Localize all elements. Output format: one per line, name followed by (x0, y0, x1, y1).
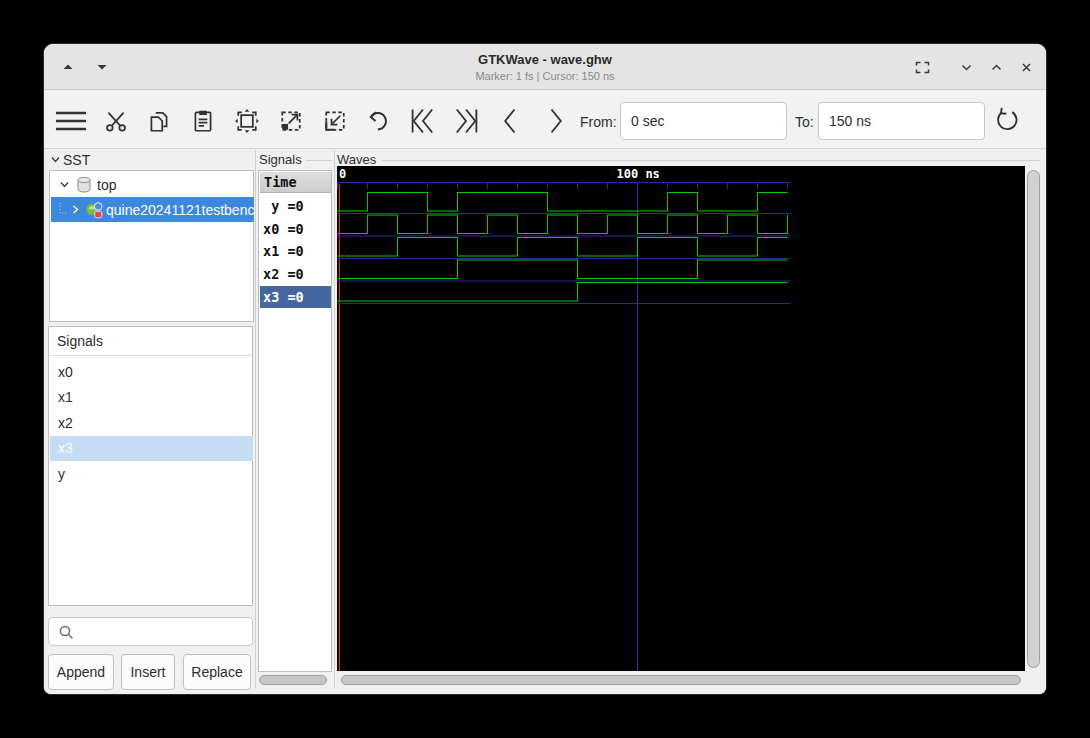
chevron-right-icon (540, 106, 570, 136)
sst-tree: top quine20241121testbench (49, 170, 254, 322)
search-icon (58, 624, 75, 641)
search-box[interactable] (48, 617, 253, 646)
time-header[interactable]: Time (260, 172, 331, 193)
tree-guide-lines (59, 203, 69, 217)
close-button[interactable] (1014, 55, 1038, 79)
wave-signal-row-y[interactable]: y =0 (260, 195, 331, 218)
reload-button[interactable] (991, 105, 1023, 137)
window-title: GTKWave - wave.ghw (44, 52, 1046, 67)
step-right-button[interactable] (539, 105, 571, 137)
hamburger-menu-icon (55, 108, 87, 134)
signal-list-item-x0[interactable]: x0 (50, 360, 253, 385)
zoom-fit-icon (233, 107, 261, 135)
signal-list-item-y[interactable]: y (50, 462, 253, 487)
menu-button[interactable] (55, 105, 87, 137)
window-subtitle: Marker: 1 fs | Cursor: 150 ns (44, 70, 1046, 82)
tree-item-top[interactable]: top (51, 172, 254, 197)
skip-to-start-button[interactable] (407, 105, 439, 137)
fullscreen-icon (914, 59, 931, 76)
wave-signal-row-x0[interactable]: x0 =0 (260, 218, 331, 241)
copy-icon (146, 108, 172, 134)
fullscreen-button[interactable] (910, 55, 934, 79)
sst-expander-icon[interactable] (50, 154, 61, 165)
zoom-fit-button[interactable] (231, 105, 263, 137)
sst-header[interactable]: SST (63, 152, 90, 168)
insert-button[interactable]: Insert (121, 654, 175, 690)
chevron-left-icon (496, 106, 526, 136)
svg-text:100 ns: 100 ns (617, 167, 660, 181)
expander-open-icon[interactable] (59, 179, 70, 190)
window-menu-button[interactable] (954, 55, 978, 79)
refresh-icon (992, 106, 1022, 136)
mid-hscrollbar-thumb[interactable] (259, 675, 327, 685)
module-icon (77, 177, 91, 193)
skip-start-icon (408, 106, 438, 136)
chevron-up-icon (989, 60, 1004, 75)
close-icon (1019, 60, 1034, 75)
signal-list-item-x3[interactable]: x3 (50, 436, 253, 461)
signal-list-item-x2[interactable]: x2 (50, 411, 253, 436)
wave-canvas[interactable]: 0 100 ns (337, 166, 1025, 671)
skip-end-icon (451, 106, 481, 136)
svg-text:0: 0 (339, 167, 346, 181)
mid-signals-label: Signals (259, 152, 302, 167)
zoom-out-icon (277, 107, 305, 135)
tree-item-testbench[interactable]: quine20241121testbench (51, 197, 254, 222)
expander-closed-icon[interactable] (70, 204, 81, 215)
frame-line (382, 160, 1040, 161)
signal-list-item-x1[interactable]: x1 (50, 385, 253, 410)
from-input[interactable] (620, 102, 787, 140)
gtkwave-window: GTKWave - wave.ghw Marker: 1 fs | Cursor… (44, 44, 1046, 694)
toolbar: From: To: (44, 91, 1046, 149)
splitter-right[interactable] (334, 150, 335, 688)
zoom-out-button[interactable] (275, 105, 307, 137)
reload-waveform-button[interactable] (363, 105, 395, 137)
wave-vscrollbar-thumb[interactable] (1027, 170, 1040, 668)
wave-hscrollbar-thumb[interactable] (341, 675, 1021, 685)
wave-signal-row-x2[interactable]: x2 =0 (260, 263, 331, 286)
append-button[interactable]: Append (48, 654, 114, 690)
to-label: To: (795, 114, 814, 130)
signal-names-panel: Time y =0 x0 =0 x1 =0 x2 =0 x3 =0 (258, 170, 332, 672)
zoom-in-button[interactable] (319, 105, 351, 137)
from-label: From: (580, 114, 617, 130)
scissors-icon (103, 108, 129, 134)
cut-button[interactable] (100, 105, 132, 137)
maximize-button[interactable] (984, 55, 1008, 79)
paste-button[interactable] (187, 105, 219, 137)
replace-button[interactable]: Replace (183, 654, 251, 690)
copy-button[interactable] (143, 105, 175, 137)
skip-to-end-button[interactable] (450, 105, 482, 137)
waves-label: Waves (337, 152, 376, 167)
frame-line (306, 160, 332, 161)
waveform-svg: 0 100 ns (337, 166, 1025, 671)
zoom-in-icon (321, 107, 349, 135)
wave-signal-row-x3[interactable]: x3 =0 (260, 286, 331, 309)
wave-signal-row-x1[interactable]: x1 =0 (260, 240, 331, 263)
to-input[interactable] (818, 102, 985, 140)
main-area: SST top quine20241121testbench Signals x… (44, 150, 1046, 694)
step-left-button[interactable] (495, 105, 527, 137)
undo-icon (365, 107, 393, 135)
clipboard-paste-icon (190, 108, 216, 134)
titlebar: GTKWave - wave.ghw Marker: 1 fs | Cursor… (44, 44, 1046, 90)
tree-item-label: quine20241121testbench (106, 202, 254, 218)
chevron-down-icon (959, 60, 974, 75)
splitter-left[interactable] (255, 150, 256, 688)
testbench-icon (85, 201, 103, 219)
signals-list-panel: Signals x0 x1 x2 x3 y (48, 326, 253, 606)
tree-item-label: top (97, 177, 116, 193)
signals-list-header: Signals (49, 327, 252, 356)
